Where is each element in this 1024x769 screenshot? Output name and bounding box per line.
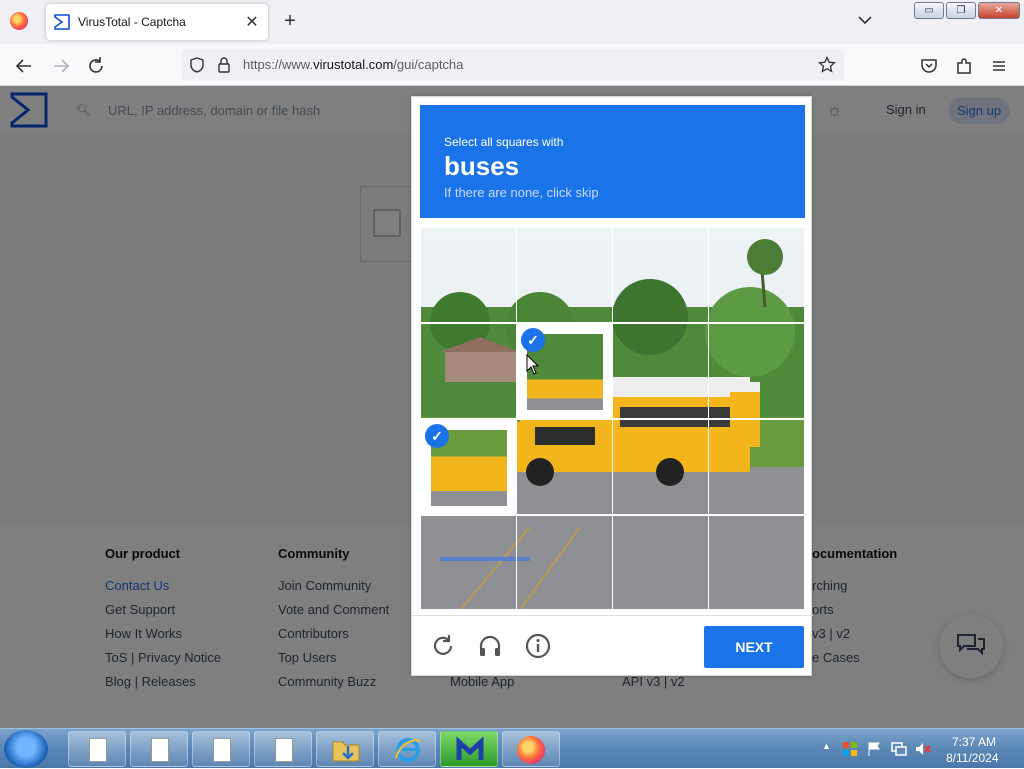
taskbar-firefox[interactable] <box>502 731 560 767</box>
captcha-tile-11[interactable] <box>612 419 709 515</box>
document-icon <box>213 738 231 762</box>
address-bar[interactable]: https://www.virustotal.com/gui/captcha <box>182 49 844 81</box>
tab-close-icon[interactable]: ✕ <box>244 12 260 32</box>
captcha-tile-12[interactable] <box>708 419 805 515</box>
lock-icon[interactable] <box>216 56 232 74</box>
tab-virustotal-captcha[interactable]: VirusTotal - Captcha ✕ <box>46 4 268 40</box>
windows-taskbar: ▲ 7:37 AM 8/11/2024 <box>0 728 1024 768</box>
action-center-flag-icon[interactable] <box>866 741 882 757</box>
browser-titlebar: VirusTotal - Captcha ✕ + ▭ ❐ ✕ <box>0 0 1024 44</box>
tracking-protection-shield-icon[interactable] <box>188 56 206 74</box>
captcha-tile-14[interactable] <box>516 515 613 610</box>
folder-icon <box>332 741 360 762</box>
taskbar-document-4[interactable] <box>254 731 312 767</box>
taskbar-file-explorer[interactable] <box>316 731 374 767</box>
captcha-tile-7[interactable] <box>612 323 709 419</box>
taskbar-document-1[interactable] <box>68 731 126 767</box>
close-window-button[interactable]: ✕ <box>978 2 1020 19</box>
taskbar-internet-explorer[interactable] <box>378 731 436 767</box>
pocket-icon[interactable] <box>918 55 940 77</box>
minimize-button[interactable]: ▭ <box>914 2 944 19</box>
firefox-icon <box>517 736 545 764</box>
captcha-tile-4[interactable] <box>708 227 805 323</box>
next-button[interactable]: NEXT <box>704 626 804 668</box>
audio-challenge-headphones-icon[interactable] <box>477 633 503 659</box>
new-tab-button[interactable]: + <box>280 10 300 32</box>
forward-arrow-icon[interactable] <box>50 55 72 77</box>
captcha-tile-1[interactable] <box>420 227 517 323</box>
recaptcha-challenge: Select all squares with buses If there a… <box>411 96 813 676</box>
firefox-menu-icon[interactable] <box>10 12 28 30</box>
captcha-tile-3[interactable] <box>612 227 709 323</box>
network-icon[interactable] <box>890 741 908 757</box>
captcha-hint: If there are none, click skip <box>444 185 599 200</box>
reload-icon[interactable] <box>85 55 107 77</box>
list-all-tabs-icon[interactable] <box>855 10 875 30</box>
captcha-divider <box>412 615 813 616</box>
taskbar-malwarebytes[interactable] <box>440 731 498 767</box>
url-text: https://www.virustotal.com/gui/captcha <box>243 57 463 72</box>
maximize-button[interactable]: ❐ <box>946 2 976 19</box>
captcha-image-grid: ✓ ✓ <box>420 227 805 610</box>
back-arrow-icon[interactable] <box>13 55 35 77</box>
document-icon <box>275 738 293 762</box>
captcha-tile-9-selected[interactable]: ✓ <box>420 419 517 515</box>
tab-title: VirusTotal - Captcha <box>78 15 186 29</box>
captcha-tile-15[interactable] <box>612 515 709 610</box>
mouse-pointer-icon <box>526 354 540 375</box>
clock-date[interactable]: 8/11/2024 <box>946 751 999 765</box>
captcha-tile-5[interactable] <box>420 323 517 419</box>
captcha-tile-10[interactable] <box>516 419 613 515</box>
url-domain: virustotal.com <box>313 57 394 72</box>
url-path: /gui/captcha <box>393 57 464 72</box>
virustotal-favicon-icon <box>54 14 70 30</box>
hamburger-menu-icon[interactable] <box>988 55 1010 77</box>
start-button-windows-icon[interactable] <box>4 730 48 768</box>
captcha-prompt: Select all squares with <box>444 135 564 149</box>
extensions-puzzle-icon[interactable] <box>953 55 975 77</box>
captcha-tile-2[interactable] <box>516 227 613 323</box>
malwarebytes-icon <box>456 736 484 760</box>
bookmark-star-icon[interactable] <box>818 56 836 74</box>
taskbar-document-2[interactable] <box>130 731 188 767</box>
captcha-target-object: buses <box>444 151 520 181</box>
url-prefix: https://www. <box>243 57 314 72</box>
window-controls: ▭ ❐ ✕ <box>914 2 1020 19</box>
reload-challenge-icon[interactable] <box>430 633 456 659</box>
document-icon <box>89 738 107 762</box>
tile-selected-check-icon: ✓ <box>425 424 449 448</box>
clock-time[interactable]: 7:37 AM <box>952 735 996 749</box>
windows-flag-tray-icon[interactable] <box>842 741 858 757</box>
show-hidden-icons-icon[interactable]: ▲ <box>822 741 831 751</box>
volume-muted-icon[interactable] <box>914 741 932 757</box>
document-icon <box>151 738 169 762</box>
taskbar-document-3[interactable] <box>192 731 250 767</box>
captcha-tile-8[interactable] <box>708 323 805 419</box>
internet-explorer-icon <box>395 738 421 762</box>
help-info-icon[interactable] <box>525 633 551 659</box>
tile-selected-check-icon: ✓ <box>521 328 545 352</box>
browser-navbar: https://www.virustotal.com/gui/captcha <box>0 44 1024 86</box>
captcha-tile-16[interactable] <box>708 515 805 610</box>
captcha-tile-13[interactable] <box>420 515 517 610</box>
captcha-instructions: Select all squares with buses If there a… <box>420 105 805 218</box>
